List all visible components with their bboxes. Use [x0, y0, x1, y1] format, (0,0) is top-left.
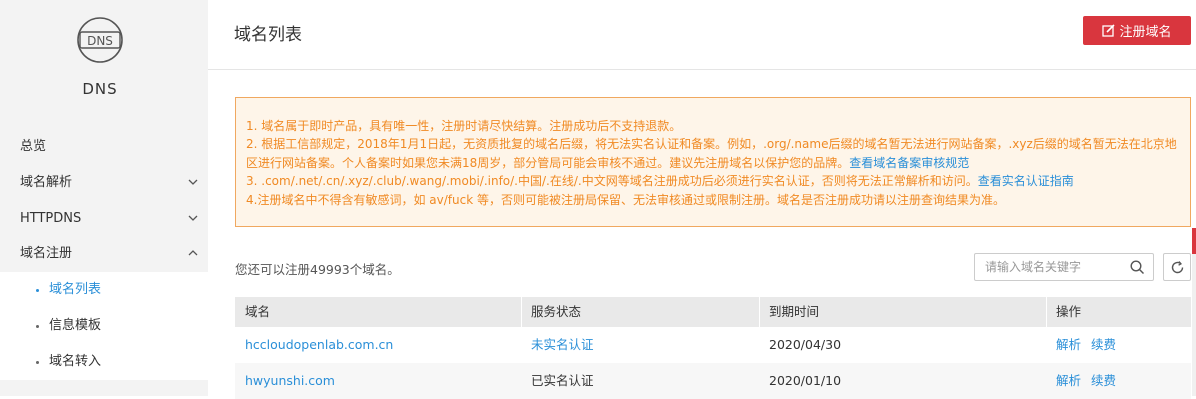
refresh-icon — [1171, 261, 1184, 274]
register-domain-button[interactable]: 注册域名 — [1083, 16, 1191, 45]
bullet-dot-icon — [36, 361, 39, 364]
search-icon[interactable] — [1130, 260, 1145, 275]
status-link[interactable]: 未实名认证 — [531, 327, 751, 363]
expiry-date: 2020/01/10 — [769, 373, 842, 388]
chevron-down-icon — [188, 215, 198, 221]
row-actions: 解析 续费 — [1056, 327, 1186, 363]
status-text: 已实名认证 — [531, 373, 594, 388]
scrollbar-thumb[interactable] — [1192, 228, 1196, 254]
column-divider — [759, 297, 760, 327]
real-name-guide-link[interactable]: 查看实名认证指南 — [978, 174, 1074, 188]
svg-text:DNS: DNS — [87, 34, 113, 48]
sidebar-subitem-label: 信息模板 — [49, 318, 102, 333]
domain-link[interactable]: hwyunshi.com — [245, 363, 515, 399]
row-actions: 解析 续费 — [1056, 363, 1186, 399]
sidebar-item-dns-resolution[interactable]: 域名解析 — [0, 165, 208, 201]
resolve-link[interactable]: 解析 — [1056, 373, 1081, 388]
filing-rules-link[interactable]: 查看域名备案审核规范 — [849, 156, 969, 170]
bullet-dot-icon — [36, 325, 39, 328]
page-title: 域名列表 — [234, 25, 302, 45]
column-header-status: 服务状态 — [531, 304, 582, 319]
notice-line-2: 2. 根据工信部规定，2018年1月1日起，无资质批复的域名后缀，将无法实名认证… — [246, 137, 1177, 170]
sidebar-item-overview[interactable]: 总览 — [0, 129, 208, 165]
sidebar: DNS DNS 总览 域名解析 HTTPDNS 域名注册 域名列表 信息模板 域… — [0, 0, 208, 396]
quota-text: 您还可以注册49993个域名。 — [235, 262, 400, 277]
sidebar-item-label: 总览 — [20, 139, 47, 154]
register-domain-label: 注册域名 — [1119, 24, 1172, 39]
bullet-dot-icon — [36, 289, 39, 292]
sidebar-subitem-label: 域名转入 — [49, 354, 102, 369]
notice-line-1: 1. 域名属于即时产品，具有唯一性，注册时请尽快结算。注册成功后不支持退款。 — [246, 119, 682, 133]
notice-line-4: 4.注册域名中不得含有敏感词，如 av/fuck 等，否则可能被注册局保留、无法… — [246, 192, 1005, 207]
main-content: 域名列表 注册域名 1. 域名属于即时产品，具有唯一性，注册时请尽快结算。注册成… — [208, 0, 1196, 399]
renew-link[interactable]: 续费 — [1091, 373, 1116, 388]
table-row: hwyunshi.com 已实名认证 2020/01/10 解析 续费 — [235, 363, 1191, 399]
column-divider — [521, 297, 522, 327]
sidebar-subitem-info-template[interactable]: 信息模板 — [0, 308, 208, 344]
sidebar-item-label: 域名解析 — [20, 175, 73, 190]
domain-link[interactable]: hccloudopenlab.com.cn — [245, 327, 515, 363]
expiry-date: 2020/04/30 — [769, 337, 842, 352]
sidebar-subitem-label: 域名列表 — [49, 282, 102, 297]
edit-icon — [1102, 24, 1116, 37]
column-header-expiry: 到期时间 — [769, 304, 820, 319]
sidebar-item-label: 域名注册 — [20, 246, 73, 261]
sidebar-subitem-domain-transfer[interactable]: 域名转入 — [0, 344, 208, 380]
table-row: hccloudopenlab.com.cn 未实名认证 2020/04/30 解… — [235, 327, 1191, 363]
refresh-button[interactable] — [1163, 253, 1191, 281]
sidebar-item-httpdns[interactable]: HTTPDNS — [0, 201, 208, 237]
column-header-domain: 域名 — [245, 304, 271, 319]
column-header-actions: 操作 — [1056, 304, 1082, 319]
search-input[interactable] — [975, 254, 1115, 280]
page-header: 域名列表 注册域名 — [208, 0, 1196, 70]
sidebar-item-domain-registration[interactable]: 域名注册 — [0, 236, 208, 272]
service-logo: DNS DNS — [0, 0, 208, 120]
notice-panel: 1. 域名属于即时产品，具有唯一性，注册时请尽快结算。注册成功后不支持退款。 2… — [235, 97, 1191, 227]
chevron-up-icon — [188, 250, 198, 256]
table-header-row: 域名 服务状态 到期时间 操作 — [235, 297, 1191, 327]
dns-logo-icon: DNS — [77, 17, 123, 63]
sidebar-item-label: HTTPDNS — [20, 211, 82, 226]
scrollbar-track[interactable] — [1192, 254, 1196, 396]
resolve-link[interactable]: 解析 — [1056, 337, 1081, 352]
sidebar-subitem-domain-list[interactable]: 域名列表 — [0, 272, 208, 308]
notice-line-3: 3. .com/.net/.cn/.xyz/.club/.wang/.mobi/… — [246, 174, 1074, 189]
search-box — [974, 253, 1154, 281]
column-divider — [1046, 297, 1047, 327]
service-name: DNS — [82, 80, 118, 98]
chevron-down-icon — [188, 179, 198, 185]
renew-link[interactable]: 续费 — [1091, 337, 1116, 352]
